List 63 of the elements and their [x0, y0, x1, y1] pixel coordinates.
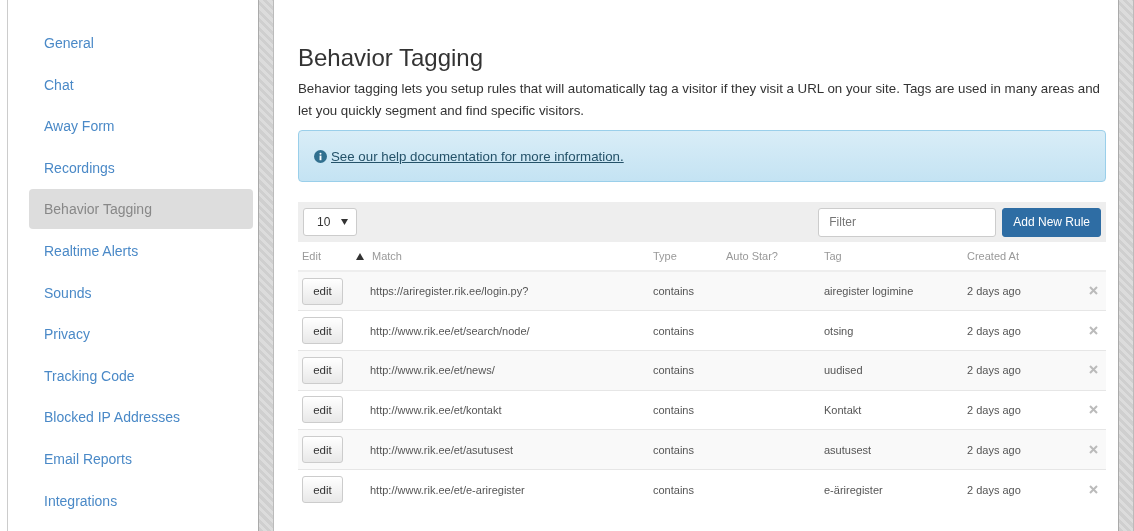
help-link[interactable]: See our help documentation for more information. [331, 148, 624, 164]
table-cell: 2 days ago [967, 443, 1021, 456]
sort-icon[interactable] [356, 252, 364, 260]
column-header[interactable]: Edit [302, 250, 321, 262]
table-cell: airegister logimine [824, 285, 914, 298]
edit-button[interactable]: edit [302, 317, 343, 345]
table-cell: contains [653, 324, 694, 337]
table-cell: uudised [824, 364, 863, 377]
add-rule-button[interactable]: Add New Rule [1002, 207, 1101, 237]
sidebar-item[interactable]: Tracking Code [29, 355, 253, 396]
sidebar-item[interactable]: Recordings [29, 147, 253, 188]
table-cell: http://www.rik.ee/et/kontakt [370, 403, 502, 416]
table-cell: https://ariregister.rik.ee/login.py? [370, 285, 529, 298]
sidebar-item[interactable]: Sounds [29, 272, 253, 313]
close-icon[interactable] [1089, 325, 1098, 335]
column-header[interactable]: Created At [967, 250, 1019, 262]
edit-button[interactable]: edit [302, 356, 343, 384]
table-cell: asutusest [824, 443, 872, 456]
table-cell: http://www.rik.ee/et/e-ariregister [370, 483, 525, 496]
column-header[interactable]: Auto Star? [726, 250, 778, 262]
sidebar-item[interactable]: Away Form [29, 106, 253, 147]
table-cell: e-äriregister [824, 483, 883, 496]
table-cell: 2 days ago [967, 483, 1021, 496]
table-cell: http://www.rik.ee/et/asutusest [370, 443, 514, 456]
edit-button[interactable]: edit [302, 396, 343, 424]
table-cell: 2 days ago [967, 324, 1021, 337]
edit-button[interactable]: edit [302, 436, 343, 464]
table-cell: http://www.rik.ee/et/news/ [370, 364, 495, 377]
table-cell: Kontakt [824, 403, 862, 416]
table-cell: contains [653, 483, 694, 496]
column-header[interactable]: Match [372, 250, 402, 263]
info-icon [314, 149, 327, 163]
column-header[interactable]: Type [653, 250, 677, 262]
page-title: Behavior Tagging [298, 44, 485, 72]
sidebar-item[interactable]: Realtime Alerts [29, 230, 253, 271]
sidebar-item[interactable]: Behavior Tagging [29, 189, 253, 230]
sidebar-item[interactable]: General [29, 23, 253, 63]
caret-icon [341, 219, 348, 225]
close-icon[interactable] [1089, 365, 1098, 375]
close-icon[interactable] [1089, 286, 1098, 296]
description: Behavior tagging lets you setup rules that will automatically tag a visitor if they visit a URL on your site. Tags are used in many areas and let you quickly segment and find specific visitors. [298, 80, 1101, 120]
edit-button[interactable]: edit [302, 476, 343, 504]
sidebar-item[interactable]: Chat [29, 64, 253, 105]
sidebar-item[interactable]: Integrations [29, 480, 253, 521]
edit-button[interactable]: edit [302, 277, 343, 305]
table-cell: otsing [824, 324, 854, 337]
table-cell: contains [653, 443, 694, 456]
filter-field[interactable]: Filter [818, 207, 997, 237]
sidebar-item[interactable]: Privacy [29, 314, 253, 355]
close-icon[interactable] [1089, 444, 1098, 454]
table-cell: 2 days ago [967, 285, 1021, 298]
sidebar-item[interactable]: Email Reports [29, 438, 253, 479]
table-cell: contains [653, 364, 694, 377]
table-cell: contains [653, 285, 694, 298]
table-cell: contains [653, 403, 694, 416]
table-cell: 2 days ago [967, 364, 1021, 377]
close-icon[interactable] [1089, 404, 1098, 414]
column-header[interactable]: Tag [824, 250, 842, 262]
table-cell: 2 days ago [967, 403, 1021, 416]
table-cell: http://www.rik.ee/et/search/node/ [370, 324, 530, 337]
sidebar-item[interactable]: Blocked IP Addresses [29, 397, 253, 438]
page-size-select[interactable]: 10 [303, 208, 357, 236]
close-icon[interactable] [1089, 484, 1098, 494]
